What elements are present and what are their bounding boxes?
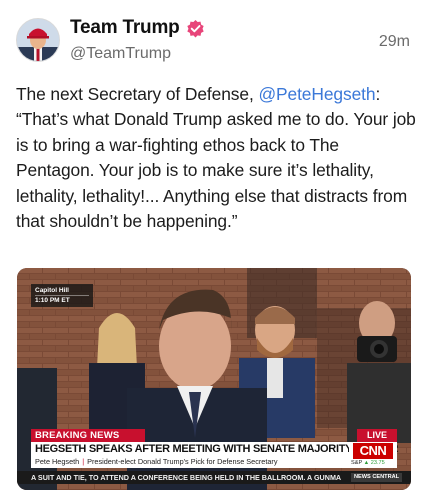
location-bug: Capitol Hill 1:10 PM ET — [31, 284, 93, 307]
cnn-logo: CNN — [353, 443, 393, 459]
name-row: Team Trump — [70, 17, 205, 39]
network-box: CNN S&P ▲ 23.75 — [349, 442, 397, 468]
ticker-change: ▲ 23.75 — [363, 460, 385, 466]
post-text-intro: The next Secretary of Defense, — [16, 84, 259, 104]
social-post: Team Trump @TeamTrump 29m The next Secre… — [0, 0, 428, 500]
timestamp: 29m — [378, 33, 410, 50]
market-ticker: S&P ▲ 23.75 — [351, 460, 385, 466]
chyron-subline: Pete Hegseth | President-elect Donald Trum… — [35, 457, 278, 466]
mention-link[interactable]: @PeteHegseth — [258, 84, 375, 104]
location-label: Capitol Hill — [35, 287, 69, 294]
breaking-news-label: BREAKING NEWS — [31, 429, 145, 442]
video-thumbnail[interactable]: Capitol Hill 1:10 PM ET BREAKING NEWS LI… — [17, 268, 411, 490]
verified-badge-icon — [186, 19, 205, 38]
chyron: HEGSETH SPEAKS AFTER MEETING WITH SENATE… — [31, 442, 398, 468]
crawl-text: A SUIT AND TIE, TO ATTEND A CONFERENCE B… — [31, 473, 342, 482]
chyron-description: President-elect Donald Trump's Pick for … — [87, 457, 278, 466]
chyron-separator: | — [82, 457, 85, 466]
news-crawl: A SUIT AND TIE, TO ATTEND A CONFERENCE B… — [17, 471, 411, 484]
clock-label: 1:10 PM ET — [35, 295, 89, 305]
avatar[interactable] — [16, 18, 60, 62]
ticker-index: S&P — [351, 460, 363, 466]
live-badge: LIVE — [357, 429, 397, 442]
avatar-image — [17, 19, 59, 61]
post-text-quote: : “That’s what Donald Trump asked me to … — [16, 84, 416, 232]
display-name[interactable]: Team Trump — [70, 17, 180, 39]
chyron-name: Pete Hegseth — [35, 457, 80, 466]
chyron-headline: HEGSETH SPEAKS AFTER MEETING WITH SENATE… — [35, 443, 399, 455]
post-text: The next Secretary of Defense, @PeteHegs… — [16, 82, 416, 234]
crawl-tag: NEWS CENTRAL — [351, 473, 403, 482]
handle[interactable]: @TeamTrump — [70, 45, 171, 63]
